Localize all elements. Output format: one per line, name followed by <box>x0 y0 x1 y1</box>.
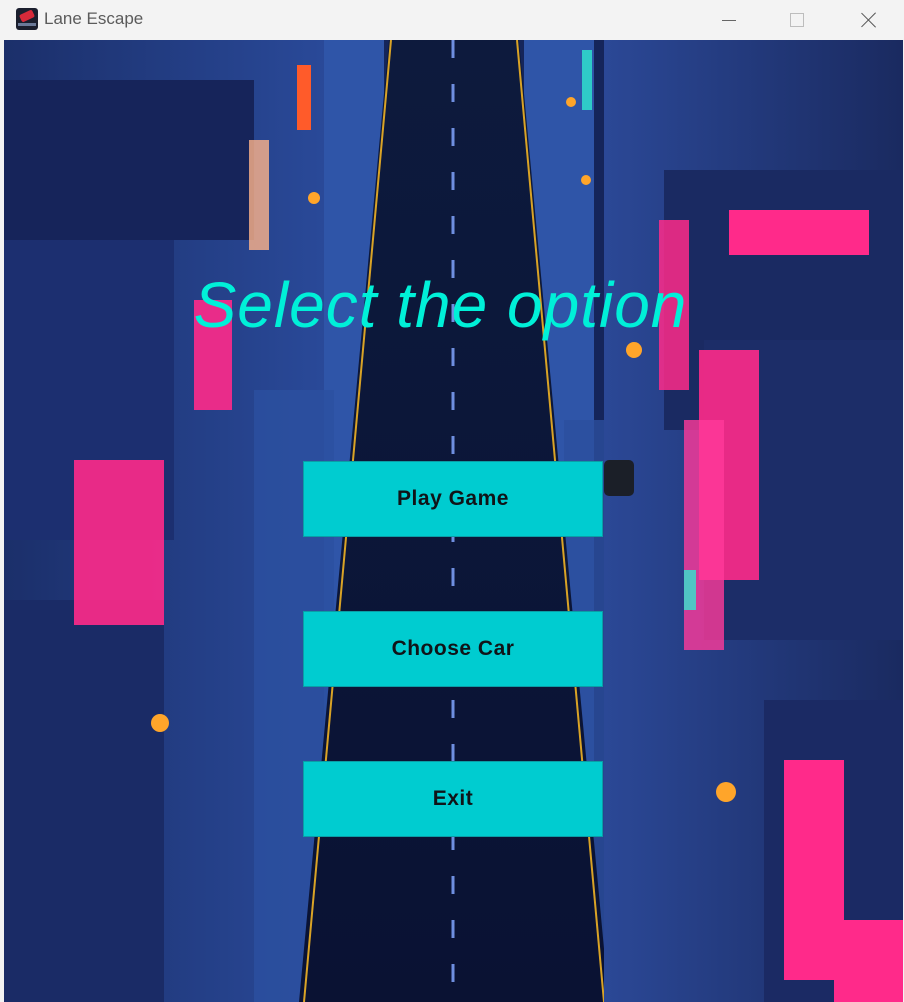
close-button[interactable] <box>846 0 892 40</box>
game-canvas: Select the option Play Game Choose Car E… <box>4 40 903 1002</box>
window-title: Lane Escape <box>44 9 144 28</box>
choose-car-button[interactable]: Choose Car <box>303 611 603 687</box>
maximize-icon <box>790 13 804 27</box>
close-icon <box>861 12 877 28</box>
maximize-button[interactable] <box>774 0 820 40</box>
play-game-button[interactable]: Play Game <box>303 461 603 537</box>
minimize-icon <box>722 19 736 21</box>
app-window: Lane Escape Select the option Play Game … <box>0 0 904 1002</box>
exit-button[interactable]: Exit <box>303 761 603 837</box>
menu-heading: Select the option <box>193 269 688 341</box>
title-bar[interactable]: Lane Escape <box>0 0 904 40</box>
app-icon <box>16 8 38 30</box>
minimize-button[interactable] <box>706 0 752 40</box>
